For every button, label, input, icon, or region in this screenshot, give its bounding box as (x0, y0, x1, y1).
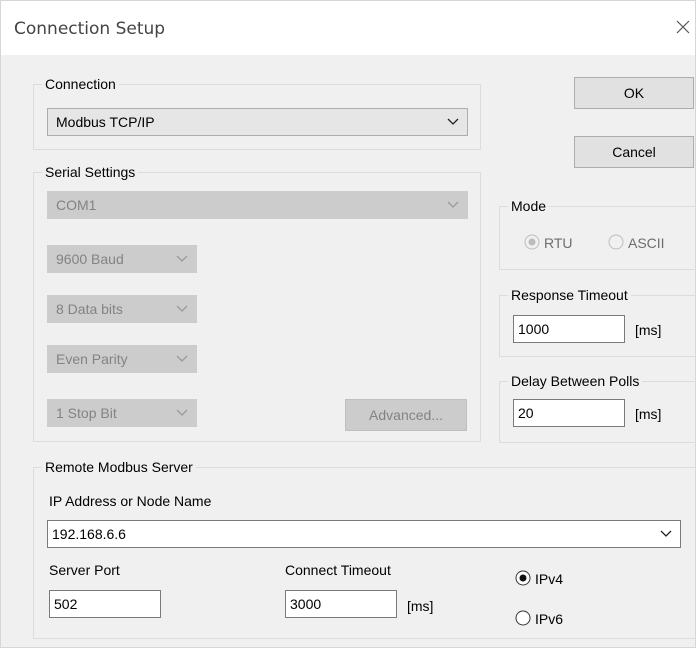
connection-group: Connection Modbus TCP/IP (33, 76, 481, 150)
server-port-label: Server Port (49, 562, 120, 578)
serial-settings-group: Serial Settings COM1 9600 Baud 8 Data bi… (33, 164, 481, 442)
chevron-down-icon (176, 305, 188, 312)
data-bits-select[interactable]: 8 Data bits (47, 295, 197, 323)
response-timeout-value: 1000 (518, 321, 550, 337)
ascii-radio[interactable] (608, 234, 624, 250)
ok-button-label: OK (623, 85, 645, 101)
dialog-title: Connection Setup (14, 19, 166, 39)
delay-between-polls-label: Delay Between Polls (508, 373, 643, 389)
delay-between-polls-unit: [ms] (635, 406, 662, 422)
response-timeout-label: Response Timeout (508, 287, 631, 303)
com-port-select[interactable]: COM1 (47, 191, 468, 219)
server-port-input[interactable]: 502 (49, 590, 161, 618)
connect-timeout-unit: [ms] (407, 598, 434, 614)
connection-setup-dialog: Connection Setup Connection Modbus TCP/I… (0, 0, 696, 648)
remote-modbus-server-group: Remote Modbus Server IP Address or Node … (33, 459, 696, 639)
com-port-value: COM1 (56, 197, 97, 213)
parity-value: Even Parity (56, 351, 128, 367)
remote-modbus-server-label: Remote Modbus Server (42, 459, 196, 475)
data-bits-value: 8 Data bits (56, 301, 123, 317)
stop-bits-value: 1 Stop Bit (56, 405, 117, 421)
ipv4-radio[interactable] (515, 570, 531, 586)
ipv4-label: IPv4 (535, 571, 564, 587)
title-bar: Connection Setup (1, 1, 695, 55)
baud-select[interactable]: 9600 Baud (47, 245, 197, 273)
ip-address-value: 192.168.6.6 (52, 526, 126, 542)
response-timeout-unit: [ms] (635, 322, 662, 338)
close-icon[interactable] (671, 15, 695, 39)
chevron-down-icon (176, 255, 188, 262)
response-timeout-input[interactable]: 1000 (513, 315, 625, 343)
chevron-down-icon (176, 409, 188, 416)
connection-group-label: Connection (42, 76, 119, 92)
chevron-down-icon (447, 201, 459, 208)
response-timeout-group: Response Timeout 1000 [ms] (499, 287, 696, 357)
connection-select[interactable]: Modbus TCP/IP (47, 108, 468, 136)
advanced-button[interactable]: Advanced... (345, 399, 467, 431)
rtu-label: RTU (544, 235, 573, 251)
parity-select[interactable]: Even Parity (47, 345, 197, 373)
connect-timeout-label: Connect Timeout (285, 562, 391, 578)
connection-select-value: Modbus TCP/IP (56, 114, 155, 130)
chevron-down-icon[interactable] (660, 530, 672, 538)
delay-between-polls-value: 20 (518, 405, 534, 421)
rtu-radio[interactable] (524, 234, 540, 250)
delay-between-polls-group: Delay Between Polls 20 [ms] (499, 373, 696, 443)
ip-address-combo[interactable]: 192.168.6.6 (47, 520, 681, 548)
delay-between-polls-input[interactable]: 20 (513, 399, 625, 427)
connect-timeout-value: 3000 (290, 596, 322, 612)
ipv6-radio[interactable] (515, 610, 531, 626)
serial-settings-label: Serial Settings (42, 164, 139, 180)
cancel-button-label: Cancel (612, 144, 656, 160)
chevron-down-icon (447, 118, 459, 125)
ipv6-label: IPv6 (535, 611, 564, 627)
stop-bits-select[interactable]: 1 Stop Bit (47, 399, 197, 427)
baud-value: 9600 Baud (56, 251, 124, 267)
ok-button[interactable]: OK (574, 77, 694, 109)
ascii-label: ASCII (628, 235, 665, 251)
mode-group: Mode RTU ASCII (499, 198, 696, 270)
advanced-button-label: Advanced... (369, 407, 443, 423)
server-port-value: 502 (54, 596, 78, 612)
connect-timeout-input[interactable]: 3000 (285, 590, 397, 618)
mode-label: Mode (508, 198, 550, 214)
ip-address-label: IP Address or Node Name (49, 493, 212, 509)
cancel-button[interactable]: Cancel (574, 136, 694, 168)
chevron-down-icon (176, 355, 188, 362)
